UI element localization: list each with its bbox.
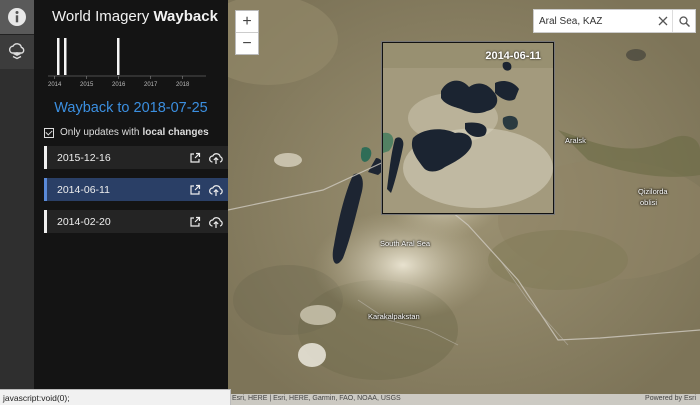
place-label: Aralsk bbox=[565, 136, 586, 145]
map-attribution: Esri, HERE | Esri, HERE, Garmin, FAO, NO… bbox=[228, 394, 700, 405]
open-external-icon bbox=[190, 184, 201, 195]
release-date: 2014-02-20 bbox=[57, 215, 111, 228]
filter-label-bold: local changes bbox=[142, 127, 209, 138]
location-search[interactable]: Aral Sea, KAZ bbox=[533, 9, 696, 33]
filter-label: Only updates with bbox=[60, 127, 140, 138]
powered-by-link[interactable]: Powered by Esri bbox=[645, 395, 696, 402]
info-icon bbox=[8, 8, 26, 26]
release-item[interactable]: 2014-02-20 bbox=[44, 210, 228, 233]
inset-imagery bbox=[383, 43, 553, 213]
timeline-year-label: 2018 bbox=[176, 82, 190, 88]
search-input[interactable]: Aral Sea, KAZ bbox=[534, 16, 654, 27]
imagery-comparison-window[interactable]: 2014-06-11 bbox=[382, 42, 554, 214]
inset-release-date: 2014-06-11 bbox=[485, 50, 541, 62]
checkbox-checked-icon[interactable] bbox=[44, 127, 54, 138]
layers-icon bbox=[8, 43, 25, 60]
release-item[interactable]: 2015-12-16 bbox=[44, 146, 228, 169]
place-label: oblisi bbox=[640, 198, 658, 207]
zoom-control: + − bbox=[235, 10, 259, 55]
attribution-credits: Esri, HERE | Esri, HERE, Garmin, FAO, NO… bbox=[232, 395, 401, 402]
search-button[interactable] bbox=[672, 10, 695, 32]
layers-button[interactable] bbox=[0, 34, 34, 69]
zoom-out-button[interactable]: − bbox=[236, 33, 258, 54]
add-to-map-button[interactable] bbox=[207, 213, 225, 231]
app-title: World Imagery Wayback bbox=[52, 8, 218, 25]
timeline-year-label: 2014 bbox=[48, 82, 62, 88]
release-timeline[interactable]: 2014 2015 2016 2017 2018 bbox=[46, 30, 211, 92]
release-date: 2014-06-11 bbox=[57, 183, 110, 196]
release-item-selected[interactable]: 2014-06-11 bbox=[44, 178, 228, 201]
clear-search-button[interactable] bbox=[654, 10, 672, 32]
add-to-map-button[interactable] bbox=[207, 149, 225, 167]
cloud-upload-icon bbox=[209, 216, 223, 228]
timeline-bar[interactable] bbox=[117, 38, 120, 75]
timeline-bar[interactable] bbox=[57, 38, 60, 75]
sidebar-rail bbox=[0, 0, 34, 405]
timeline-year-label: 2017 bbox=[144, 82, 158, 88]
add-to-map-button[interactable] bbox=[207, 181, 225, 199]
release-date: 2015-12-16 bbox=[57, 151, 111, 164]
map-view[interactable]: + − Aral Sea, KAZ 2014-06-11 Aralsk Qizi… bbox=[228, 0, 700, 405]
place-label: Qizilorda bbox=[638, 187, 668, 196]
open-external-icon bbox=[190, 216, 201, 227]
info-button[interactable] bbox=[0, 0, 34, 34]
open-external-button[interactable] bbox=[186, 149, 204, 167]
browser-status-bar: javascript:void(0); bbox=[0, 389, 231, 405]
zoom-in-button[interactable]: + bbox=[236, 11, 258, 33]
wayback-panel: World Imagery Wayback 2014 2015 2016 201… bbox=[34, 0, 228, 405]
cloud-upload-icon bbox=[209, 184, 223, 196]
search-icon bbox=[678, 15, 690, 27]
timeline-bar[interactable] bbox=[64, 38, 67, 75]
place-label: Karakalpakstan bbox=[368, 312, 420, 321]
close-icon bbox=[658, 16, 668, 26]
cloud-upload-icon bbox=[209, 152, 223, 164]
open-external-button[interactable] bbox=[186, 213, 204, 231]
app-title-bold: Wayback bbox=[153, 8, 218, 25]
wayback-release-heading: Wayback to 2018-07-25 bbox=[54, 100, 208, 116]
place-label: South Aral Sea bbox=[380, 239, 431, 248]
local-changes-filter[interactable]: Only updates with local changes bbox=[44, 127, 209, 138]
app-title-light: World Imagery bbox=[52, 8, 150, 25]
timeline-year-label: 2016 bbox=[112, 82, 126, 88]
open-external-icon bbox=[190, 152, 201, 163]
open-external-button[interactable] bbox=[186, 181, 204, 199]
timeline-year-label: 2015 bbox=[80, 82, 94, 88]
